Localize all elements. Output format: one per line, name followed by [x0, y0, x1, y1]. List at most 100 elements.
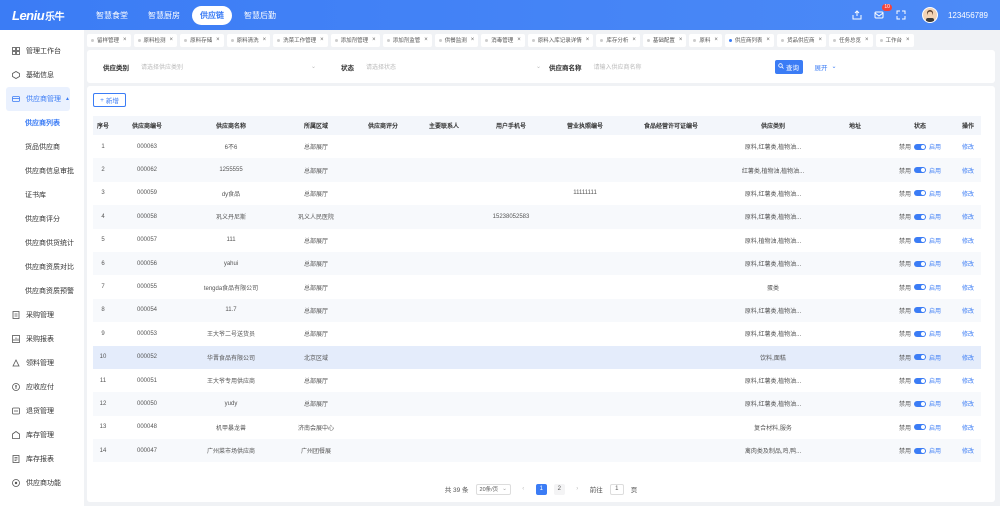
table-row[interactable]: 9 000053 王大爷二号送货员 总部展厅 原料,红薯类,植物油... 禁用 启用 修改: [93, 322, 981, 345]
edit-link[interactable]: 修改: [962, 426, 974, 432]
edit-link[interactable]: 修改: [962, 239, 974, 245]
search-button[interactable]: 查询: [774, 59, 803, 74]
table-row[interactable]: 8 000054 11.7 总部展厅 原料,红薯类,植物油... 禁用 启用 修改: [93, 298, 981, 323]
sidebar-sub-certificates[interactable]: 证书库: [0, 183, 84, 207]
status-toggle[interactable]: [914, 284, 926, 291]
close-icon[interactable]: ×: [906, 37, 910, 43]
sidebar-sub-qualification-compare[interactable]: 供应商资质对比: [0, 255, 84, 279]
edit-link[interactable]: 修改: [962, 215, 974, 221]
sidebar-item-basic-info[interactable]: 基础信息: [0, 63, 84, 87]
tab-item[interactable]: 留样管理 ×: [87, 33, 131, 47]
page-button[interactable]: 1: [535, 483, 547, 495]
tab-item[interactable]: 原料清洗 ×: [226, 33, 271, 47]
sidebar-item-material[interactable]: 领料管理: [0, 351, 84, 375]
avatar[interactable]: [921, 7, 938, 23]
username[interactable]: 123456789: [948, 11, 988, 20]
fullscreen-icon[interactable]: [894, 8, 908, 22]
sidebar-item-inventory[interactable]: 库存管理: [0, 423, 84, 447]
status-toggle[interactable]: [914, 424, 926, 431]
close-icon[interactable]: ×: [216, 37, 220, 43]
edit-link[interactable]: 修改: [962, 379, 974, 385]
sidebar-item-supplier-functions[interactable]: 供应商功能: [0, 471, 84, 495]
status-toggle[interactable]: [914, 447, 926, 454]
table-row[interactable]: 14 000047 广州菜市场供应商 广州团餐展 禽肉类及制品,鸡,鸭... 禁用 启用 修改: [93, 439, 981, 463]
prev-page-button[interactable]: ‹: [518, 484, 529, 495]
tab-item[interactable]: 洗菜工作管理 ×: [273, 33, 328, 47]
close-icon[interactable]: ×: [263, 37, 267, 43]
expand-button[interactable]: 展开 ⌄: [815, 62, 837, 72]
tab-item[interactable]: 货品供应商 ×: [776, 33, 826, 47]
edit-link[interactable]: 修改: [962, 402, 974, 408]
edit-link[interactable]: 修改: [962, 332, 974, 338]
name-input[interactable]: 请输入供应商名称: [594, 59, 764, 74]
table-row[interactable]: 1 000063 6不6 总部展厅 原料,红薯类,植物油... 禁用 启用 修改: [93, 135, 981, 158]
topnav-smart-logistics[interactable]: 智慧后勤: [236, 6, 284, 25]
sidebar-sub-supplier-list[interactable]: 供应商列表: [0, 111, 84, 135]
sidebar-sub-goods-supplier[interactable]: 货品供应商: [0, 135, 84, 159]
close-icon[interactable]: ×: [586, 37, 590, 43]
sidebar-item-workbench[interactable]: 管理工作台: [0, 39, 84, 63]
category-select[interactable]: 请选择供应类别 ⌄: [141, 59, 316, 74]
close-icon[interactable]: ×: [818, 37, 822, 43]
status-toggle[interactable]: [914, 400, 926, 407]
tab-item[interactable]: 供应商列表 ×: [724, 33, 774, 47]
table-row[interactable]: 7 000055 tengda食品有限公司 总部展厅 蛋类 禁用 启用 修改: [93, 275, 981, 298]
table-row[interactable]: 10 000052 华晋食品有限公司 北京区域 饮料,面糕 禁用 启用 修改: [93, 345, 981, 369]
status-toggle[interactable]: [914, 260, 926, 267]
tab-item[interactable]: 原料 ×: [689, 33, 722, 47]
sidebar-item-purchase-report[interactable]: 采购报表: [0, 327, 84, 351]
tab-item[interactable]: 添加剂管理 ×: [330, 33, 380, 47]
table-row[interactable]: 5 000057 111 总部展厅 原料,植物油,植物油... 禁用 启用 修改: [93, 229, 981, 252]
sidebar-item-stock-report[interactable]: 库存报表: [0, 447, 84, 471]
sidebar-sub-supply-stats[interactable]: 供应商供货统计: [0, 231, 84, 255]
edit-link[interactable]: 修改: [962, 169, 974, 175]
status-toggle[interactable]: [914, 190, 926, 197]
status-toggle[interactable]: [914, 377, 926, 384]
edit-link[interactable]: 修改: [962, 286, 974, 292]
table-row[interactable]: 3 000059 dy食品 总部展厅 11111111 原料,红薯类,植物油... 禁用 启用…: [93, 182, 981, 205]
edit-link[interactable]: 修改: [962, 192, 974, 198]
status-toggle[interactable]: [914, 307, 926, 314]
tab-item[interactable]: 消毒管理 ×: [481, 33, 525, 47]
edit-link[interactable]: 修改: [962, 262, 974, 268]
edit-link[interactable]: 修改: [962, 145, 974, 151]
edit-link[interactable]: 修改: [962, 356, 974, 362]
tab-item[interactable]: 原料存储 ×: [180, 33, 224, 47]
close-icon[interactable]: ×: [372, 37, 376, 43]
sidebar-sub-info-approval[interactable]: 供应商信息审批: [0, 159, 84, 183]
sidebar-item-purchase[interactable]: 采购管理: [0, 303, 84, 327]
close-icon[interactable]: ×: [170, 37, 174, 43]
tab-item[interactable]: 基础配置 ×: [642, 33, 687, 47]
export-icon[interactable]: [850, 8, 864, 22]
table-row[interactable]: 11 000051 王大爷专用供应商 总部展厅 原料,红薯类,植物油... 禁用 启用 修改: [93, 369, 981, 392]
close-icon[interactable]: ×: [471, 37, 475, 43]
status-toggle[interactable]: [914, 330, 926, 337]
topnav-smart-canteen[interactable]: 智慧食堂: [88, 6, 136, 25]
topnav-supply-chain[interactable]: 供应链: [192, 5, 232, 25]
notification-icon[interactable]: 10: [872, 4, 892, 22]
topnav-smart-kitchen[interactable]: 智慧厨房: [140, 6, 188, 25]
tab-item[interactable]: 原料入库记录详情 ×: [527, 33, 594, 47]
status-toggle[interactable]: [914, 213, 926, 220]
tab-item[interactable]: 工作台 ×: [875, 33, 914, 47]
table-row[interactable]: 2 000062 1255555 总部展厅 红薯类,植物油,植物油... 禁用 启用 修改: [93, 158, 981, 182]
status-toggle[interactable]: [914, 354, 926, 361]
sidebar-sub-qualification-warning[interactable]: 供应商资质预警: [0, 279, 84, 303]
tab-item[interactable]: 原料检测 ×: [133, 33, 178, 47]
status-toggle[interactable]: [914, 143, 926, 150]
status-toggle[interactable]: [914, 237, 926, 244]
close-icon[interactable]: ×: [517, 37, 521, 43]
tab-item[interactable]: 库存分析 ×: [596, 33, 640, 47]
goto-page-input[interactable]: 1: [609, 483, 624, 495]
close-icon[interactable]: ×: [632, 37, 636, 43]
page-button[interactable]: 2: [553, 483, 565, 495]
table-row[interactable]: 6 000056 yahui 总部展厅 原料,红薯类,植物油... 禁用 启用 修改: [93, 251, 981, 276]
close-icon[interactable]: ×: [123, 37, 127, 43]
edit-link[interactable]: 修改: [962, 309, 974, 315]
tab-item[interactable]: 添加剂监管 ×: [382, 33, 432, 47]
close-icon[interactable]: ×: [766, 37, 770, 43]
sidebar-sub-rating[interactable]: 供应商评分: [0, 207, 84, 231]
close-icon[interactable]: ×: [424, 37, 428, 43]
close-icon[interactable]: ×: [679, 37, 683, 43]
next-page-button[interactable]: ›: [572, 484, 583, 495]
